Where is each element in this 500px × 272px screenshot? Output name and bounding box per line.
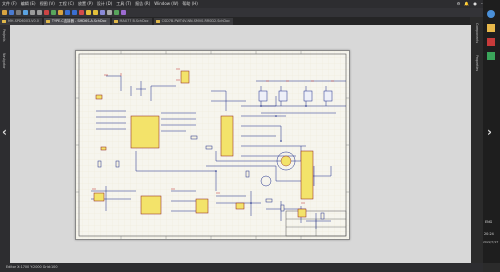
redo-icon[interactable] <box>37 10 42 15</box>
save-icon[interactable] <box>9 10 14 15</box>
menu-design[interactable]: 设计 (D) <box>95 0 114 8</box>
schematic-icon <box>113 20 118 23</box>
status-text: Editor X:1700 Y:2000 Grid:100 <box>6 265 58 269</box>
menu-window[interactable]: Window (W) <box>152 0 180 8</box>
app-icon[interactable] <box>487 52 495 60</box>
tab-document[interactable]: MH-SPD6003-V0.0 <box>0 18 42 25</box>
copy-icon[interactable] <box>51 10 56 15</box>
tab-label: MH-SPD6003-V0.0 <box>8 19 39 23</box>
tab-label: MAX77 B.SchDoc <box>119 19 149 23</box>
port-icon[interactable] <box>100 10 105 15</box>
language-indicator[interactable]: ENG <box>485 220 492 224</box>
menu-place[interactable]: 放置 (P) <box>76 0 95 8</box>
taskbar-strip: ENG 20:24 2022/7/27 › <box>483 0 500 263</box>
user-icon[interactable]: ● <box>471 0 479 8</box>
power-port-icon[interactable] <box>86 10 91 15</box>
menu-bar: 文件 (F) 编辑 (E) 视图 (V) 工程 (C) 放置 (P) 设计 (D… <box>0 0 500 8</box>
schematic-sheet[interactable] <box>75 50 350 240</box>
toolbar <box>0 8 500 17</box>
annotate-icon[interactable] <box>121 10 126 15</box>
schematic-drawing <box>76 51 349 239</box>
status-bar: Editor X:1700 Y:2000 Grid:100 <box>0 263 483 272</box>
schematic-icon <box>45 20 50 23</box>
chevron-left-icon[interactable]: ‹ <box>2 125 7 139</box>
print-icon[interactable] <box>16 10 21 15</box>
panel-tab-navigator[interactable]: Navigator <box>2 53 6 69</box>
menu-view[interactable]: 视图 (V) <box>38 0 57 8</box>
tab-document[interactable]: CSD7B-PWT4V-NN-SMV0-RR0D2.SchDoc <box>153 18 233 25</box>
clock-date: 2022/7/27 <box>483 240 499 244</box>
tab-document[interactable]: MAX77 B.SchDoc <box>111 18 152 25</box>
tab-label: TYPE-C连接器 - SMD6S-A.SchDoc <box>51 19 107 23</box>
left-panel-strip: Projects Navigator <box>0 25 10 263</box>
panel-tab-components[interactable]: Components <box>475 23 479 43</box>
tab-label: CSD7B-PWT4V-NN-SMV0-RR0D2.SchDoc <box>161 19 230 23</box>
right-panel-strip: Components Properties <box>471 17 483 263</box>
pdf-icon[interactable] <box>487 38 495 46</box>
open-icon[interactable] <box>2 10 7 15</box>
menu-file[interactable]: 文件 (F) <box>0 0 19 8</box>
menu-reports[interactable]: 报告 (R) <box>133 0 152 8</box>
compile-icon[interactable] <box>114 10 119 15</box>
clock-time: 20:24 <box>484 232 494 236</box>
folder-icon[interactable] <box>487 24 495 32</box>
wire-icon[interactable] <box>65 10 70 15</box>
schematic-icon <box>2 20 6 23</box>
zoom-icon[interactable] <box>23 10 28 15</box>
net-label-icon[interactable] <box>79 10 84 15</box>
panel-tab-properties[interactable]: Properties <box>475 55 479 71</box>
bell-icon[interactable]: 🔔 <box>462 0 471 8</box>
menu-tools[interactable]: 工具 (T) <box>114 0 133 8</box>
menu-project[interactable]: 工程 (C) <box>57 0 76 8</box>
app-icon[interactable] <box>487 10 495 18</box>
tab-document[interactable]: TYPE-C连接器 - SMD6S-A.SchDoc <box>43 18 110 25</box>
panel-tab-projects[interactable]: Projects <box>2 29 6 42</box>
settings-icon[interactable]: ⚙ <box>455 0 463 8</box>
schematic-icon <box>155 20 160 23</box>
text-icon[interactable] <box>107 10 112 15</box>
undo-icon[interactable] <box>30 10 35 15</box>
cut-icon[interactable] <box>44 10 49 15</box>
document-tabs: MH-SPD6003-V0.0 TYPE-C连接器 - SMD6S-A.SchD… <box>0 17 470 25</box>
part-icon[interactable] <box>93 10 98 15</box>
bus-icon[interactable] <box>72 10 77 15</box>
menu-edit[interactable]: 编辑 (E) <box>19 0 38 8</box>
chevron-right-icon[interactable]: › <box>487 125 492 139</box>
menu-help[interactable]: 帮助 (H) <box>180 0 199 8</box>
paste-icon[interactable] <box>58 10 63 15</box>
